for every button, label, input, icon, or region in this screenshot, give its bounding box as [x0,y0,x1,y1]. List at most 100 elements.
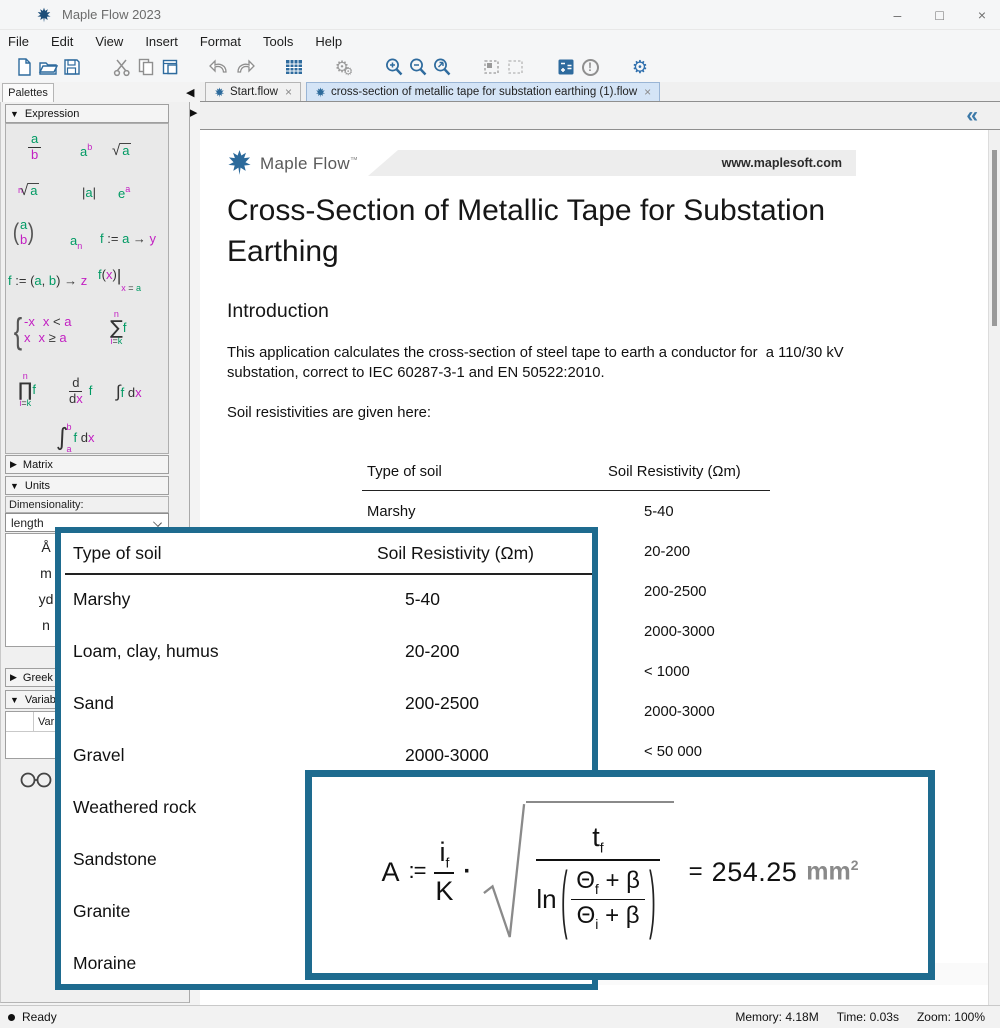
vertical-scrollbar-thumb[interactable] [992,150,997,326]
collapse-triangle-icon: ▼ [10,109,19,119]
window-title: Maple Flow 2023 [62,7,161,22]
matrix-section-header[interactable]: ▶ Matrix [5,455,169,474]
close-button[interactable]: × [978,7,986,23]
tab-label: Start.flow [230,86,278,98]
palette-item-derivative[interactable]: ddxf [66,376,92,407]
open-file-icon[interactable] [36,55,60,79]
expand-triangle-icon: ▶ [10,672,17,683]
matrix-operations-icon[interactable] [554,55,578,79]
intro-paragraph: This application calculates the cross-se… [227,343,875,383]
palette-item-power[interactable]: ab [80,142,92,160]
website-url: www.maplesoft.com [722,156,842,170]
page-title: Cross-Section of Metallic Tape for Subst… [227,190,867,272]
expression-palette-grid: ab ab √a n√a |a| ea (ab) an f := a → y f := (a, b… [5,123,169,454]
undo-icon[interactable] [208,55,232,79]
collapse-left-arrow-icon[interactable]: ◀ [186,86,194,99]
collapse-triangle-icon: ▼ [10,695,19,705]
document-top-bar: « [200,102,1000,130]
maximize-button[interactable]: □ [935,7,943,23]
palette-item-exp[interactable]: ea [118,184,130,202]
vertical-scrollbar[interactable] [988,130,1000,1005]
grid-icon[interactable] [282,55,306,79]
title-bar: Maple Flow 2023 – □ × [0,0,1000,30]
square-root: tf ln ( Θf + β Θi + β ) [482,801,673,943]
tab-close-icon[interactable]: × [285,85,292,99]
menu-tools[interactable]: Tools [263,34,293,49]
tab-label: cross-section of metallic tape for subst… [331,86,637,98]
right-paren: ) [649,855,656,945]
status-zoom: Zoom: 100% [917,1010,985,1024]
table-rule [362,490,770,491]
units-section-header[interactable]: ▼ Units [5,476,169,495]
zoom-fit-icon[interactable] [430,55,454,79]
select-region-icon[interactable] [480,55,504,79]
menu-edit[interactable]: Edit [51,34,73,49]
expression-section-header[interactable]: ▼ Expression [5,104,169,123]
fraction-tf-ln: tf ln ( Θf + β Θi + β ) [536,822,659,932]
paste-icon[interactable] [158,55,182,79]
left-paren: ( [561,855,568,945]
zoom-in-icon[interactable] [382,55,406,79]
menu-insert[interactable]: Insert [145,34,178,49]
evaluate-gears-icon[interactable]: ⚙⚙ [332,55,356,79]
multiply-dot: · [463,858,471,886]
palette-item-nth-root[interactable]: n√a [18,182,39,199]
palette-item-abs[interactable]: |a| [82,186,96,201]
maple-leaf-icon [315,87,326,98]
palettes-tab[interactable]: Palettes [2,83,54,102]
collapse-panel-button[interactable]: « [966,104,978,128]
fraction-theta: Θf + β Θi + β [571,867,645,932]
palette-item-binomial[interactable]: (ab) [12,218,35,248]
palette-item-integral[interactable]: ∫f dx [116,382,142,402]
palette-item-eval-at[interactable]: f(x)|x = a [98,266,141,286]
tab-cross-section-flow[interactable]: cross-section of metallic tape for subst… [306,82,660,101]
maple-leaf-icon [214,87,225,98]
tab-close-icon[interactable]: × [644,85,651,99]
save-icon[interactable] [60,55,84,79]
palette-item-product[interactable]: n∏i=kf [18,368,36,409]
minimize-button[interactable]: – [894,7,902,23]
soil-paragraph: Soil resistivities are given here: [227,405,431,421]
collapse-triangle-icon: ▼ [10,481,19,491]
zoom-out-icon[interactable] [406,55,430,79]
maple-leaf-icon [36,7,52,23]
radical-sign-icon [482,801,526,943]
copy-icon[interactable] [134,55,158,79]
interrupt-icon[interactable]: ! [578,55,602,79]
palette-item-indexed[interactable]: an [70,234,82,251]
result-unit: mm2 [806,857,858,886]
palette-item-piecewise[interactable]: {-xx < axx ≥ a [12,310,71,351]
tab-start-flow[interactable]: Start.flow × [205,82,301,101]
new-file-icon[interactable] [12,55,36,79]
fraction-if-K: if K [434,837,454,907]
ln-function: ln [536,884,556,915]
palette-item-summation[interactable]: n∑i=kf [110,306,126,347]
select-all-icon[interactable] [504,55,528,79]
toolbar: ⚙⚙ ! ⚙ [0,52,1000,82]
palette-item-fraction[interactable]: ab [28,132,41,163]
table-row: Loam, clay, humus20-200 [61,625,592,677]
palette-item-sqrt[interactable]: √a [112,142,131,159]
palette-item-definite-integral[interactable]: ∫baf dx [56,422,95,454]
expand-triangle-icon: ▶ [10,459,17,470]
soil-table-header-resistivity: Soil Resistivity (Ωm) [608,464,741,480]
redo-icon[interactable] [232,55,256,79]
menu-view[interactable]: View [95,34,123,49]
settings-gear-icon[interactable]: ⚙ [628,55,652,79]
menu-format[interactable]: Format [200,34,241,49]
formula: A := if K · tf ln ( Θf + β Θi + β [312,777,928,973]
menu-help[interactable]: Help [315,34,342,49]
fraction-bar [536,859,659,861]
callout-table-header-resistivity: Soil Resistivity (Ωm) [377,543,534,564]
soil-table-header-type: Type of soil [367,464,442,480]
assign-operator: := [408,858,425,884]
menu-bar: File Edit View Insert Format Tools Help [0,30,1000,52]
palette-item-function-multi[interactable]: f := (a, b) → z [8,274,87,289]
cut-icon[interactable] [110,55,134,79]
status-time: Time: 0.03s [837,1010,899,1024]
menu-file[interactable]: File [8,34,29,49]
chevron-down-icon [153,518,162,527]
table-row: Marshy5-40 [61,573,592,625]
palette-item-function-single[interactable]: f := a → y [100,232,156,247]
equals-sign: = [689,858,703,886]
